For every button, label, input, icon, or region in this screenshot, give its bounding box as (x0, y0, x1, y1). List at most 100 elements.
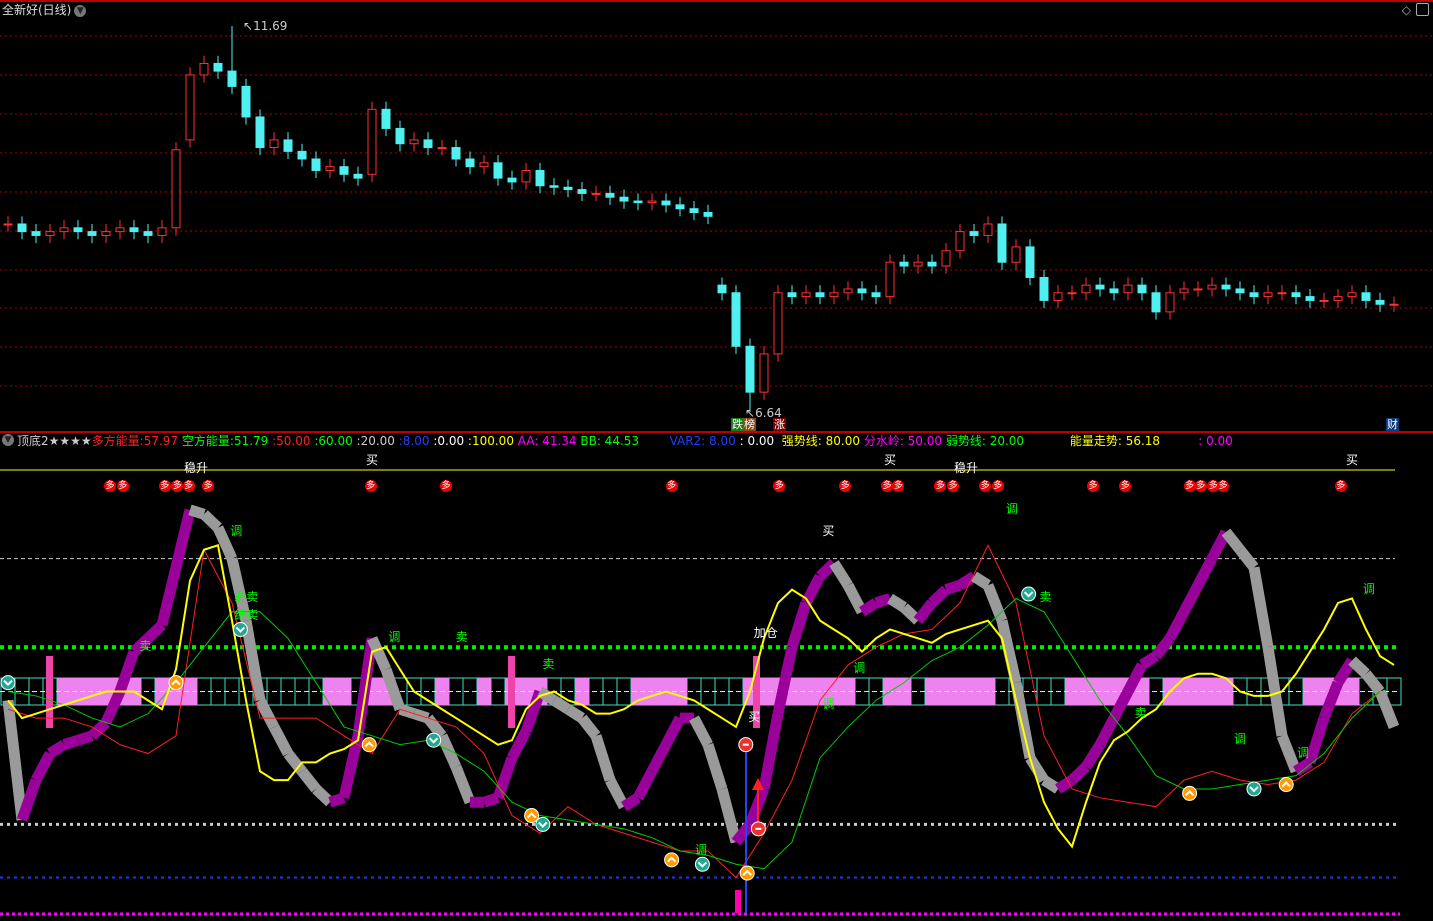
candle-body (1277, 292, 1287, 295)
indicator-name: 顶底2★★★★ (17, 434, 92, 448)
ribbon-rise (1139, 651, 1159, 670)
ribbon-fall (716, 787, 742, 844)
diamond-icon[interactable]: ◇ (1402, 3, 1411, 17)
candle-body (1151, 292, 1161, 313)
duo-badge: 多 (979, 480, 992, 492)
ribbon-rise (913, 599, 937, 625)
red-marker-icon (750, 821, 766, 837)
ribbon-rise (47, 740, 67, 759)
candle-body (1375, 299, 1385, 305)
ribbon-fall (565, 704, 585, 723)
signal-bar (735, 890, 741, 913)
candle-body (17, 223, 27, 233)
candle-body (745, 345, 755, 393)
signal-text-label: 调 (230, 524, 243, 539)
badge-rank[interactable]: 榜 (743, 418, 756, 431)
ribbon-rise (1179, 582, 1203, 615)
buy-marker-icon (1278, 777, 1294, 793)
ribbon-rise (621, 793, 641, 812)
indicator-value: :100.00 (464, 434, 514, 448)
candle-body (549, 185, 559, 188)
signal-text-label: 调 (1362, 581, 1375, 596)
signal-text-label: 卖 (139, 639, 152, 654)
chevron-down-icon[interactable]: ▼ (2, 434, 14, 446)
candle-body (297, 150, 307, 160)
ribbon-rise (31, 750, 55, 783)
candle-body (1291, 292, 1301, 298)
badge-finance[interactable]: 财 (1386, 418, 1399, 431)
candle-body (255, 116, 265, 149)
candle-body (1235, 288, 1245, 294)
duo-badge: 多 (364, 480, 377, 492)
candle-body (1123, 284, 1133, 294)
ribbon-rise (928, 585, 950, 607)
ribbon-fall (1025, 755, 1049, 784)
candle-body (1039, 276, 1049, 301)
candle-body (1263, 292, 1273, 298)
candle-body (45, 231, 55, 236)
ribbon-fall (1221, 528, 1245, 554)
candle-body (409, 139, 419, 145)
candle-body (269, 139, 279, 149)
signal-text-label: 调 (1005, 501, 1018, 516)
indicator-value: 57.97 (143, 434, 179, 448)
duo-badge: 多 (892, 480, 905, 492)
signal-text-label: 加仓 (753, 625, 778, 640)
candle-body (1347, 292, 1357, 298)
buy-marker-icon (1182, 785, 1198, 801)
chevron-down-icon[interactable]: ▼ (74, 4, 87, 17)
candle-body (1207, 284, 1217, 290)
sell-circle-icon (1246, 781, 1262, 797)
candle-body (1305, 296, 1315, 301)
chart-canvas (0, 0, 1433, 916)
candle-body (969, 231, 979, 236)
candle-body (129, 227, 139, 233)
ribbon-rise (633, 768, 657, 801)
duo-badge: 多 (1183, 480, 1196, 492)
sell-marker-icon (232, 621, 248, 637)
ribbon-rise (88, 718, 110, 740)
ribbon-fall (1361, 670, 1385, 695)
panel-toggle-icon[interactable] (1416, 3, 1429, 16)
duo-badge: 多 (1119, 480, 1132, 492)
ribbon-fall (297, 767, 321, 793)
ribbon-rise (859, 598, 879, 617)
ribbon-fall (312, 784, 334, 807)
candle-body (1361, 292, 1371, 301)
signal-top-label: 买 (366, 453, 379, 467)
candle-body (885, 261, 895, 298)
candle-body (787, 292, 797, 298)
ribbon-rise (647, 742, 671, 774)
signal-text-label: 卖 (1134, 705, 1147, 720)
candle-body (619, 196, 629, 202)
candle-body (87, 231, 97, 236)
buy-circle-icon (168, 675, 184, 691)
badge-rise[interactable]: 涨 (773, 418, 786, 431)
max-price-label: ↖11.69 (243, 19, 288, 33)
duo-badge: 多 (202, 480, 215, 492)
candle-body (605, 192, 615, 198)
candle-body (1081, 284, 1091, 294)
indicator-value: :50.00 (268, 434, 311, 448)
duo-badge: 多 (171, 480, 184, 492)
buy-circle-icon (361, 737, 377, 753)
signal-text-label: 买 (822, 524, 835, 539)
line-AA (7, 544, 1381, 879)
ribbon-rise (786, 601, 812, 649)
candle-body (283, 139, 293, 152)
signal-top-label: 买 (1346, 453, 1359, 467)
max-price-value: 11.69 (253, 19, 288, 33)
ribbon-fall (982, 583, 1008, 623)
ribbon-rise (1068, 762, 1090, 785)
duo-badge: 多 (182, 480, 195, 492)
indicator-values: 多方能量:57.97 空方能量:51.79 :50.00 :60.00 :20.… (92, 434, 1233, 448)
sell-circle-icon (232, 621, 248, 637)
candle-body (185, 74, 195, 141)
band-active (1163, 678, 1233, 705)
candle-body (647, 200, 657, 204)
candle-body (115, 227, 125, 233)
ribbon-rise (1165, 609, 1189, 641)
candle-body (563, 186, 573, 191)
indicator-value: :8.00 (394, 434, 430, 448)
stock-name-period: 全新好(日线) (2, 3, 72, 17)
